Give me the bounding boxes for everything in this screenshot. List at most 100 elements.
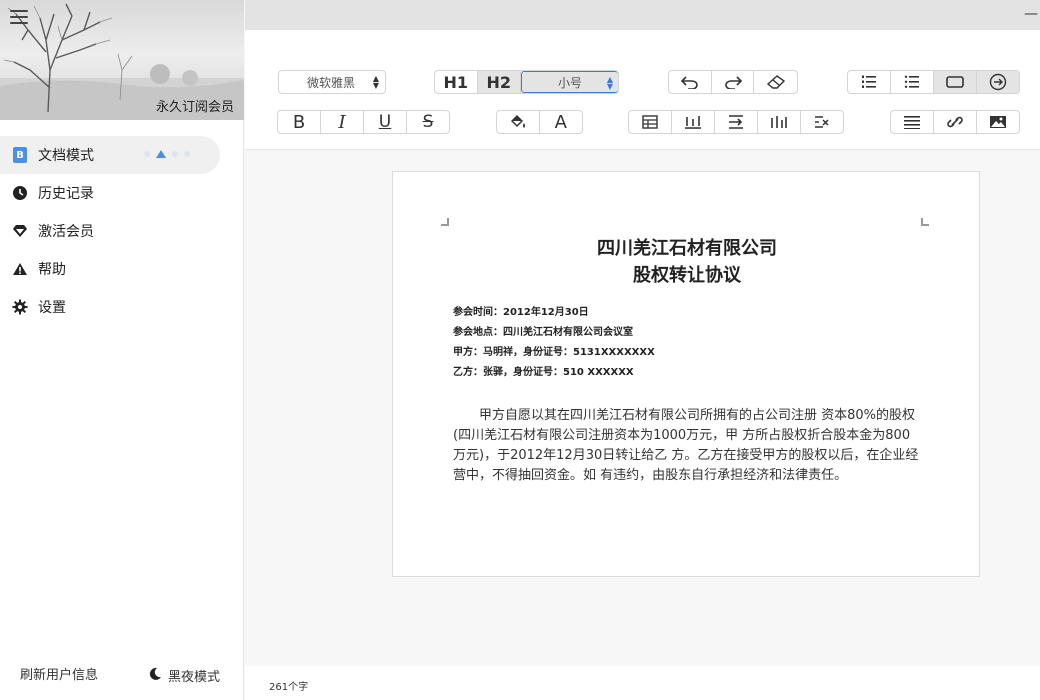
sidebar-item-activate-membership[interactable]: 激活会员 [0,212,244,250]
strikethrough-label: S [422,112,434,132]
banner-image: 永久订阅会员 [0,0,244,120]
page-corner-mark [921,218,929,226]
frame-icon [946,76,964,88]
distribute-icon [771,116,787,128]
sidebar: 永久订阅会员 B 文档模式 历史记录 激活会员 帮助 设置 刷新用户信息 黑夜模… [0,0,244,700]
redo-icon [724,76,742,89]
word-count: 261个字 [269,682,309,693]
align-justify-button[interactable] [891,111,934,133]
diamond-icon [12,223,28,239]
insert-group [628,110,844,134]
paragraph-group [890,110,1020,134]
font-color-button[interactable]: A [540,111,583,133]
strikethrough-button[interactable]: S [407,111,449,133]
sidebar-item-label: 文档模式 [38,148,94,164]
sidebar-item-label: 激活会员 [38,224,94,240]
font-color-label: A [554,111,567,133]
sidebar-item-label: 设置 [38,300,66,316]
heading2-button[interactable]: H2 [477,71,522,93]
ordered-list-icon [862,75,876,88]
link-icon [947,116,963,128]
heading2-label: H2 [486,72,512,92]
align-bottom-button[interactable] [672,111,715,133]
refresh-user-info-link[interactable]: 刷新用户信息 [20,664,98,683]
font-family-select[interactable]: 微软雅黑 ▲ ▼ [278,70,386,94]
editor-toolbar: 微软雅黑 ▲ ▼ H1 H2 小号 ▲ ▼ B I U S A [245,30,1040,150]
redo-button[interactable] [712,71,755,93]
hamburger-menu-icon[interactable] [10,10,28,26]
heading1-label: H1 [443,72,469,92]
warning-icon [12,261,28,277]
align-justify-icon [904,116,920,129]
heading1-button[interactable]: H1 [435,71,478,93]
indent-button[interactable] [715,111,758,133]
undo-icon [680,76,698,89]
party-a: 甲方：马明祥，身份证号：5131XXXXXXX [453,347,655,358]
document-b-icon: B [12,147,28,163]
eraser-button[interactable] [754,71,797,93]
formula-icon [815,116,829,128]
sidebar-item-document-mode[interactable]: B 文档模式 [0,136,220,174]
image-button[interactable] [977,111,1019,133]
night-mode-toggle[interactable]: 黑夜模式 [148,666,220,685]
window-titlebar: — [245,0,1040,30]
distribute-columns-button[interactable] [758,111,801,133]
bullet-list-button[interactable] [891,71,934,93]
status-bar: 261个字 [245,666,1040,700]
bullet-list-icon [904,75,919,88]
select-arrows-icon: ▲ ▼ [372,74,379,90]
arrow-circle-right-icon [989,73,1007,91]
sidebar-nav: B 文档模式 历史记录 激活会员 帮助 设置 [0,136,244,326]
member-status-label: 永久订阅会员 [155,100,234,115]
eraser-icon [766,75,785,89]
sidebar-item-history[interactable]: 历史记录 [0,174,244,212]
gear-icon [12,299,28,315]
select-arrows-icon: ▲ ▼ [606,75,613,91]
night-mode-label: 黑夜模式 [168,670,221,685]
view-group [847,70,1020,94]
export-button[interactable] [977,71,1019,93]
table-icon [642,115,658,129]
text-format-group: B I U S [277,110,450,134]
meeting-time: 参会时间：2012年12月30日 [453,307,589,318]
font-size-select[interactable]: 小号 ▲ ▼ [521,71,618,93]
clock-icon [12,185,28,201]
heading-group: H1 H2 小号 ▲ ▼ [434,70,619,94]
minimize-button[interactable]: — [1024,6,1038,22]
fill-color-button[interactable] [497,111,540,133]
meeting-location: 参会地点：四川羌江石材有限公司会议室 [453,327,633,338]
indent-icon [729,115,743,129]
party-b: 乙方：张驿，身份证号：510 XXXXXX [453,367,634,378]
italic-button[interactable]: I [321,111,364,133]
sidebar-item-label: 帮助 [38,262,66,278]
italic-label: I [338,111,346,133]
align-bottom-icon [685,116,701,129]
undo-button[interactable] [669,71,712,93]
document-subtitle: 股权转让协议 [633,265,741,286]
document-body-paragraph: 甲方自愿以其在四川羌江石材有限公司所拥有的占公司注册 资本80%的股权(四川羌江… [453,408,919,483]
underline-button[interactable]: U [364,111,407,133]
link-button[interactable] [934,111,977,133]
page-corner-mark [441,218,449,226]
sidebar-item-settings[interactable]: 设置 [0,288,244,326]
ordered-list-button[interactable] [848,71,891,93]
document-page[interactable]: 四川羌江石材有限公司 股权转让协议 参会时间：2012年12月30日 参会地点：… [392,171,980,577]
bold-button[interactable]: B [278,111,321,133]
underline-label: U [378,112,392,132]
table-button[interactable] [629,111,672,133]
color-group: A [496,110,583,134]
history-group [668,70,798,94]
image-icon [990,116,1006,128]
formula-button[interactable] [801,111,843,133]
bold-label: B [292,111,306,133]
font-family-value: 微软雅黑 [307,75,356,90]
paint-bucket-icon [510,115,525,128]
font-size-value: 小号 [558,75,583,90]
document-canvas: 四川羌江石材有限公司 股权转让协议 参会时间：2012年12月30日 参会地点：… [245,151,1040,666]
sidebar-footer: 刷新用户信息 黑夜模式 [0,660,244,690]
document-title: 四川羌江石材有限公司 [597,238,777,259]
moon-icon [148,667,162,685]
loading-dots-icon [144,150,190,158]
frame-view-button[interactable] [934,71,977,93]
sidebar-item-help[interactable]: 帮助 [0,250,244,288]
